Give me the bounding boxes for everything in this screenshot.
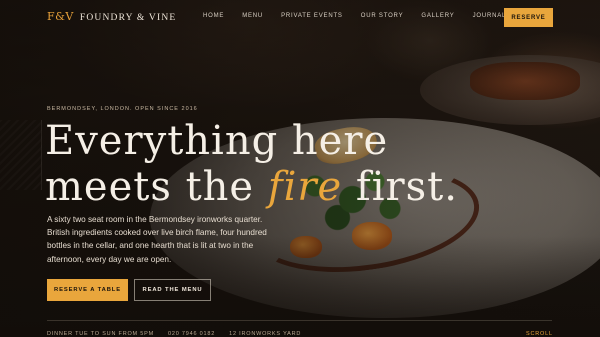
headline-line-2-pre: meets the [45,164,268,210]
address: 12 IRONWORKS YARD [229,331,302,337]
nav-item-journal[interactable]: JOURNAL [473,13,507,19]
nav-item-menu[interactable]: MENU [242,13,263,19]
reserve-button[interactable]: RESERVE [504,8,553,27]
brand-mark: F&V [47,10,74,23]
site-header: F&V FOUNDRY & VINE HOME MENU PRIVATE EVE… [0,0,600,34]
nav-item-home[interactable]: HOME [203,13,224,19]
main-nav: HOME MENU PRIVATE EVENTS OUR STORY GALLE… [203,13,524,19]
reserve-table-button[interactable]: RESERVE A TABLE [47,279,128,301]
footer-divider [47,320,552,321]
opening-hours: DINNER TUE TO SUN FROM 5PM [47,331,154,337]
brand-logo[interactable]: F&V FOUNDRY & VINE [47,10,176,23]
headline-line-1: Everything here [45,118,389,164]
hero-eyebrow: BERMONDSEY, LONDON. OPEN SINCE 2016 [47,106,198,112]
scroll-link[interactable]: SCROLL [526,331,553,337]
nav-item-our-story[interactable]: OUR STORY [361,13,404,19]
hero-headline: Everything here meets the fire first. [45,118,465,210]
hero-description: A sixty two seat room in the Bermondsey … [47,215,267,264]
nav-item-gallery[interactable]: GALLERY [421,13,454,19]
headline-accent: fire [267,164,343,210]
brand-name: FOUNDRY & VINE [79,13,177,23]
phone-number[interactable]: 020 7946 0182 [168,331,215,337]
read-menu-button[interactable]: READ THE MENU [134,279,211,301]
info-strip: DINNER TUE TO SUN FROM 5PM 020 7946 0182… [47,331,552,337]
nav-item-private-events[interactable]: PRIVATE EVENTS [281,13,343,19]
headline-line-2-post: first. [342,164,458,210]
